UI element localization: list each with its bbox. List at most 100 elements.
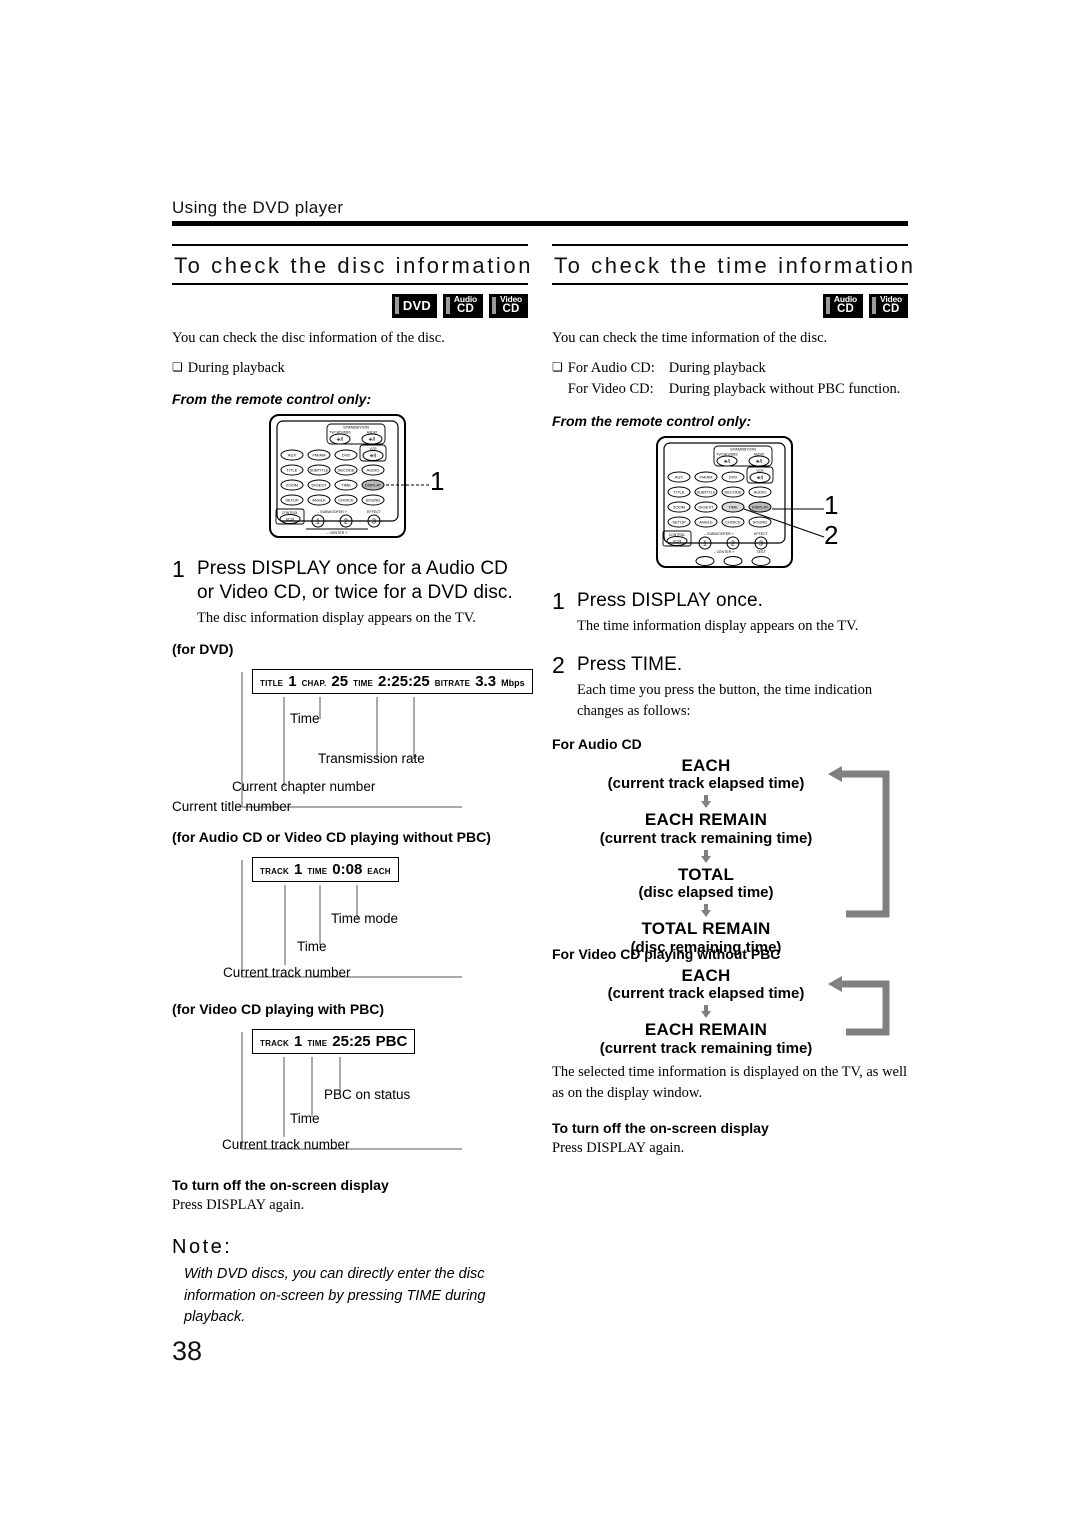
svg-text:TIME: TIME bbox=[341, 483, 351, 488]
video-cd-badge: Video CD bbox=[869, 293, 908, 318]
svg-text:TITLE: TITLE bbox=[287, 468, 298, 473]
flow-audio-heading: For Audio CD bbox=[552, 735, 642, 752]
svg-text:DVD: DVD bbox=[729, 475, 738, 480]
svg-text:DECODE: DECODE bbox=[724, 490, 741, 495]
pbc-callout-time: Time bbox=[290, 1110, 320, 1126]
down-arrow-icon bbox=[701, 904, 711, 918]
right-section-heading: To check the time information bbox=[552, 244, 916, 285]
svg-text:DECODE: DECODE bbox=[337, 468, 354, 473]
callout-number-1: 1 bbox=[824, 490, 839, 521]
left-heading-title: To check the disc information bbox=[174, 253, 534, 278]
cond-video-value: During playback without PBC function. bbox=[668, 381, 901, 398]
right-disc-badges: Audio CD Video CD bbox=[552, 293, 908, 318]
heading-rule-bottom bbox=[552, 283, 908, 285]
svg-text:SETUP: SETUP bbox=[672, 520, 686, 525]
down-arrow-icon bbox=[701, 795, 711, 809]
pbc-callout-status: PBC on status bbox=[324, 1086, 411, 1102]
svg-text:⎈/I: ⎈/I bbox=[370, 454, 377, 460]
right-intro-text: You can check the time information of th… bbox=[552, 329, 828, 346]
left-disc-badges: DVD Audio CD Video CD bbox=[172, 293, 528, 318]
heading-rule-bottom bbox=[172, 283, 528, 285]
callout-number-2: 2 bbox=[824, 520, 839, 551]
svg-text:TEST: TEST bbox=[756, 550, 766, 554]
svg-text:AUX: AUX bbox=[288, 453, 297, 458]
left-remote-figure: STANDBY/ON TV/CATV/DBS AUDIO ⎈/I ⎈/I VCR… bbox=[172, 413, 528, 541]
dvd-badge: DVD bbox=[391, 293, 437, 318]
svg-text:DVD: DVD bbox=[342, 453, 351, 458]
left-from-remote-note: From the remote control only: bbox=[172, 391, 372, 408]
svg-text:ZOOM: ZOOM bbox=[673, 505, 685, 510]
dvd-callout-chapter: Current chapter number bbox=[232, 778, 376, 794]
svg-text:TIME: TIME bbox=[728, 505, 738, 510]
for-audio-cd-label: (for Audio CD or Video CD playing withou… bbox=[172, 828, 491, 845]
right-from-remote-note: From the remote control only: bbox=[552, 413, 752, 430]
right-remote-figure: STANDBY/ON TV/CATV/DBS AUDIO ⎈/I ⎈/I VCR… bbox=[552, 435, 908, 573]
dvd-callout-leaders bbox=[241, 671, 462, 808]
right-step-1: 1 Press DISPLAY once. The time informati… bbox=[552, 588, 908, 637]
down-arrow-icon bbox=[701, 849, 711, 863]
svg-text:– SUBWOOFER +: – SUBWOOFER + bbox=[317, 510, 347, 514]
manual-page: Using the DVD player To check the disc i… bbox=[0, 0, 1080, 1528]
flow-item-sub: (disc remaining time) bbox=[630, 938, 782, 956]
svg-text:AUDIO: AUDIO bbox=[367, 468, 380, 473]
svg-text:DIGEST: DIGEST bbox=[312, 483, 327, 488]
svg-text:– CENTER +: – CENTER + bbox=[714, 550, 735, 554]
svg-text:⎈/I: ⎈/I bbox=[337, 437, 344, 443]
down-arrow-icon bbox=[701, 1005, 711, 1019]
svg-text:DIGEST: DIGEST bbox=[699, 505, 714, 510]
dvd-callout-time: Time bbox=[290, 710, 320, 726]
step-subtext: Each time you press the button, the time… bbox=[577, 681, 873, 719]
audio-display-figure: TRACK 1 TIME 0:08 EACH Time mode Time Cu… bbox=[172, 856, 528, 989]
svg-text:3: 3 bbox=[372, 519, 376, 526]
svg-text:⎈/I: ⎈/I bbox=[369, 437, 376, 443]
left-turnoff-heading: To turn off the on-screen display bbox=[172, 1176, 389, 1193]
svg-text:⎈/I: ⎈/I bbox=[757, 475, 764, 481]
right-condition-block: ❏ For Audio CD: During playback For Vide… bbox=[552, 358, 908, 402]
step-number: 2 bbox=[552, 651, 565, 678]
left-column: To check the disc information DVD Audio … bbox=[172, 244, 534, 1329]
badge-bar bbox=[872, 297, 876, 314]
svg-text:1: 1 bbox=[316, 519, 320, 526]
right-heading-title: To check the time information bbox=[554, 253, 916, 278]
audio-cd-badge: Audio CD bbox=[822, 293, 863, 318]
left-condition-row: ❏ During playback bbox=[172, 358, 528, 380]
right-closing-text: The selected time information is display… bbox=[552, 1063, 908, 1101]
badge-label-bottom: CD bbox=[836, 303, 854, 316]
flow-loop-arrow bbox=[828, 975, 890, 1036]
svg-text:STANDBY/ON: STANDBY/ON bbox=[730, 447, 756, 452]
running-head: Using the DVD player bbox=[172, 198, 344, 217]
svg-text:DISPLAY: DISPLAY bbox=[752, 505, 769, 510]
badge-label: DVD bbox=[402, 298, 431, 314]
audio-callout-time-mode: Time mode bbox=[331, 910, 399, 926]
audio-callout-time: Time bbox=[297, 938, 327, 954]
svg-text:FM/AM: FM/AM bbox=[313, 453, 326, 458]
svg-text:EFFECT: EFFECT bbox=[754, 532, 769, 536]
remote-control-illustration: STANDBY/ON TV/CATV/DBS AUDIO ⎈/I ⎈/I VCR… bbox=[656, 436, 825, 569]
cond-audio-value: During playback bbox=[668, 359, 766, 376]
svg-text:TITLE: TITLE bbox=[674, 490, 685, 495]
cond-audio-key: For Audio CD: bbox=[567, 359, 655, 376]
pbc-display-figure: TRACK 1 TIME 25:25 PBC PBC on status Tim… bbox=[172, 1028, 528, 1161]
note-body: With DVD discs, you can directly enter t… bbox=[184, 1265, 486, 1326]
cond-video-key: For Video CD: bbox=[567, 381, 654, 398]
step-number: 1 bbox=[172, 556, 185, 583]
step-title: Press DISPLAY once. bbox=[577, 590, 764, 612]
right-column: To check the time information Audio CD V… bbox=[552, 244, 916, 1159]
left-intro-text: You can check the disc information of th… bbox=[172, 329, 445, 346]
note-heading: Note: bbox=[172, 1235, 233, 1258]
svg-text:VCR: VCR bbox=[673, 539, 682, 544]
svg-text:SETUP: SETUP bbox=[285, 498, 299, 503]
svg-text:1: 1 bbox=[703, 540, 707, 547]
left-condition-text: During playback bbox=[187, 359, 285, 376]
badge-label-bottom: CD bbox=[882, 303, 900, 316]
dvd-display-figure: TITLE 1 CHAP. 25 TIME 2:25:25 BITRATE 3.… bbox=[172, 668, 533, 817]
svg-text:SUBTITLE: SUBTITLE bbox=[696, 490, 715, 495]
svg-text:ZOOM: ZOOM bbox=[286, 483, 298, 488]
badge-bar bbox=[492, 297, 496, 314]
dvd-callout-transmission: Transmission rate bbox=[318, 750, 425, 766]
right-turnoff-body: Press DISPLAY again. bbox=[552, 1139, 685, 1156]
page-number: 38 bbox=[172, 1336, 203, 1366]
svg-text:– SUBWOOFER +: – SUBWOOFER + bbox=[704, 532, 734, 536]
checkbox-square-icon: ❏ bbox=[552, 359, 563, 374]
svg-text:FM/AM: FM/AM bbox=[700, 475, 713, 480]
